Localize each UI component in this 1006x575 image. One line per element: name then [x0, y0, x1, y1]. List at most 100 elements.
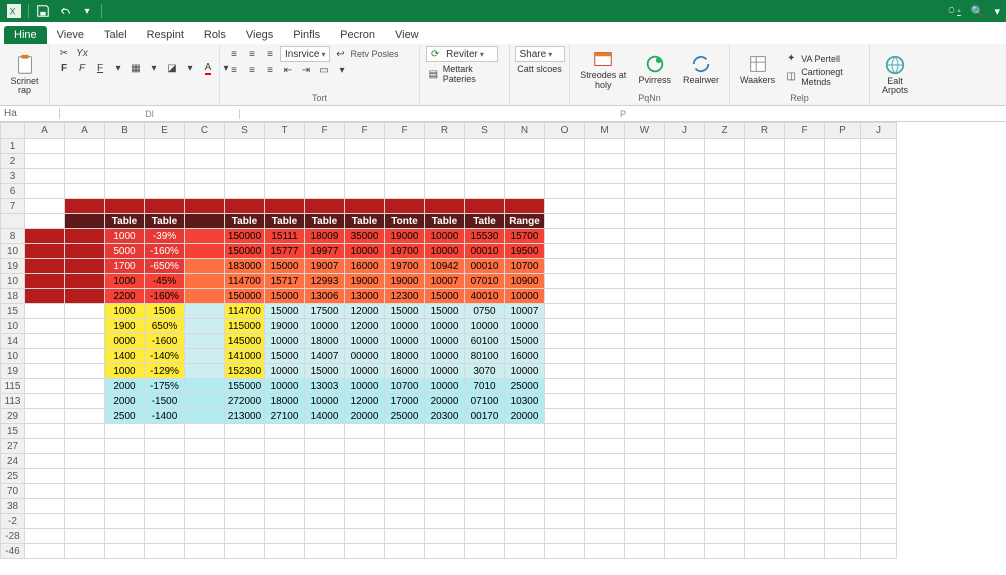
cell[interactable]: [105, 484, 145, 499]
cell[interactable]: [65, 229, 105, 244]
cell[interactable]: 150000: [225, 289, 265, 304]
cell[interactable]: [305, 439, 345, 454]
cell[interactable]: [585, 139, 625, 154]
cell[interactable]: [425, 169, 465, 184]
col-header[interactable]: M: [585, 123, 625, 139]
cell[interactable]: 15000: [425, 289, 465, 304]
cell[interactable]: [825, 259, 861, 274]
cell[interactable]: [225, 139, 265, 154]
cell[interactable]: [185, 259, 225, 274]
cell[interactable]: [425, 184, 465, 199]
cell[interactable]: [465, 424, 505, 439]
col-header[interactable]: J: [665, 123, 705, 139]
cell[interactable]: [345, 424, 385, 439]
cell[interactable]: [25, 364, 65, 379]
cell[interactable]: [625, 319, 665, 334]
cell[interactable]: [345, 499, 385, 514]
cell[interactable]: -140%: [145, 349, 185, 364]
cell[interactable]: [25, 199, 65, 214]
paste-button[interactable]: Scrinet rap: [6, 52, 43, 98]
cell[interactable]: [825, 289, 861, 304]
cell[interactable]: [861, 289, 897, 304]
cell[interactable]: [305, 514, 345, 529]
row-header[interactable]: 6: [1, 184, 25, 199]
cell[interactable]: [345, 139, 385, 154]
cell[interactable]: [825, 529, 861, 544]
cell[interactable]: [825, 304, 861, 319]
cell[interactable]: [745, 454, 785, 469]
cell[interactable]: [785, 319, 825, 334]
cell[interactable]: [665, 139, 705, 154]
cell[interactable]: 16000: [505, 349, 545, 364]
cell[interactable]: 2200: [105, 289, 145, 304]
cell[interactable]: [25, 454, 65, 469]
cell[interactable]: [585, 214, 625, 229]
cell[interactable]: [825, 469, 861, 484]
cell[interactable]: [585, 274, 625, 289]
cell[interactable]: [265, 529, 305, 544]
cell[interactable]: [345, 544, 385, 559]
cell[interactable]: 2000: [105, 379, 145, 394]
cell[interactable]: [225, 154, 265, 169]
cell[interactable]: [225, 529, 265, 544]
cell[interactable]: [345, 184, 385, 199]
cell[interactable]: 80100: [465, 349, 505, 364]
cell[interactable]: [785, 289, 825, 304]
cell[interactable]: [665, 169, 705, 184]
cell[interactable]: [145, 454, 185, 469]
col-header[interactable]: J: [861, 123, 897, 139]
cell[interactable]: [185, 334, 225, 349]
cell[interactable]: [861, 379, 897, 394]
cell[interactable]: [465, 139, 505, 154]
cell[interactable]: [185, 439, 225, 454]
cell[interactable]: [745, 154, 785, 169]
cell[interactable]: 10300: [505, 394, 545, 409]
cell[interactable]: [785, 199, 825, 214]
cell[interactable]: [465, 484, 505, 499]
row-header[interactable]: [1, 214, 25, 229]
row-header[interactable]: 10: [1, 349, 25, 364]
cell[interactable]: [825, 379, 861, 394]
italic-button[interactable]: F: [74, 61, 90, 75]
cell[interactable]: [665, 259, 705, 274]
cell[interactable]: [585, 439, 625, 454]
cell[interactable]: [665, 499, 705, 514]
cell[interactable]: 16000: [345, 259, 385, 274]
cell[interactable]: [705, 319, 745, 334]
cell[interactable]: [665, 409, 705, 424]
cell[interactable]: 18000: [265, 394, 305, 409]
cell[interactable]: [65, 439, 105, 454]
cell[interactable]: Table: [145, 214, 185, 229]
col-header[interactable]: S: [225, 123, 265, 139]
cell[interactable]: [861, 469, 897, 484]
cell[interactable]: [225, 514, 265, 529]
cell[interactable]: [105, 544, 145, 559]
cell[interactable]: 10700: [385, 379, 425, 394]
cell[interactable]: [465, 169, 505, 184]
cell[interactable]: [305, 454, 345, 469]
cell[interactable]: [585, 304, 625, 319]
cell[interactable]: [745, 214, 785, 229]
cell[interactable]: [145, 439, 185, 454]
cell[interactable]: [305, 139, 345, 154]
row-header[interactable]: 2: [1, 154, 25, 169]
cell[interactable]: [745, 319, 785, 334]
cell[interactable]: 114700: [225, 304, 265, 319]
row-header[interactable]: 115: [1, 379, 25, 394]
cell[interactable]: [625, 484, 665, 499]
cell[interactable]: [65, 454, 105, 469]
cell[interactable]: 12300: [385, 289, 425, 304]
cell[interactable]: [825, 184, 861, 199]
cell[interactable]: [625, 349, 665, 364]
cell[interactable]: [105, 139, 145, 154]
tab-vieve[interactable]: Vieve: [47, 26, 94, 44]
cell[interactable]: [861, 364, 897, 379]
cell[interactable]: [345, 514, 385, 529]
cell[interactable]: [545, 274, 585, 289]
cell[interactable]: [785, 469, 825, 484]
cell[interactable]: 20300: [425, 409, 465, 424]
cell[interactable]: [585, 244, 625, 259]
cell[interactable]: [25, 154, 65, 169]
cell[interactable]: [305, 169, 345, 184]
cell[interactable]: [265, 484, 305, 499]
